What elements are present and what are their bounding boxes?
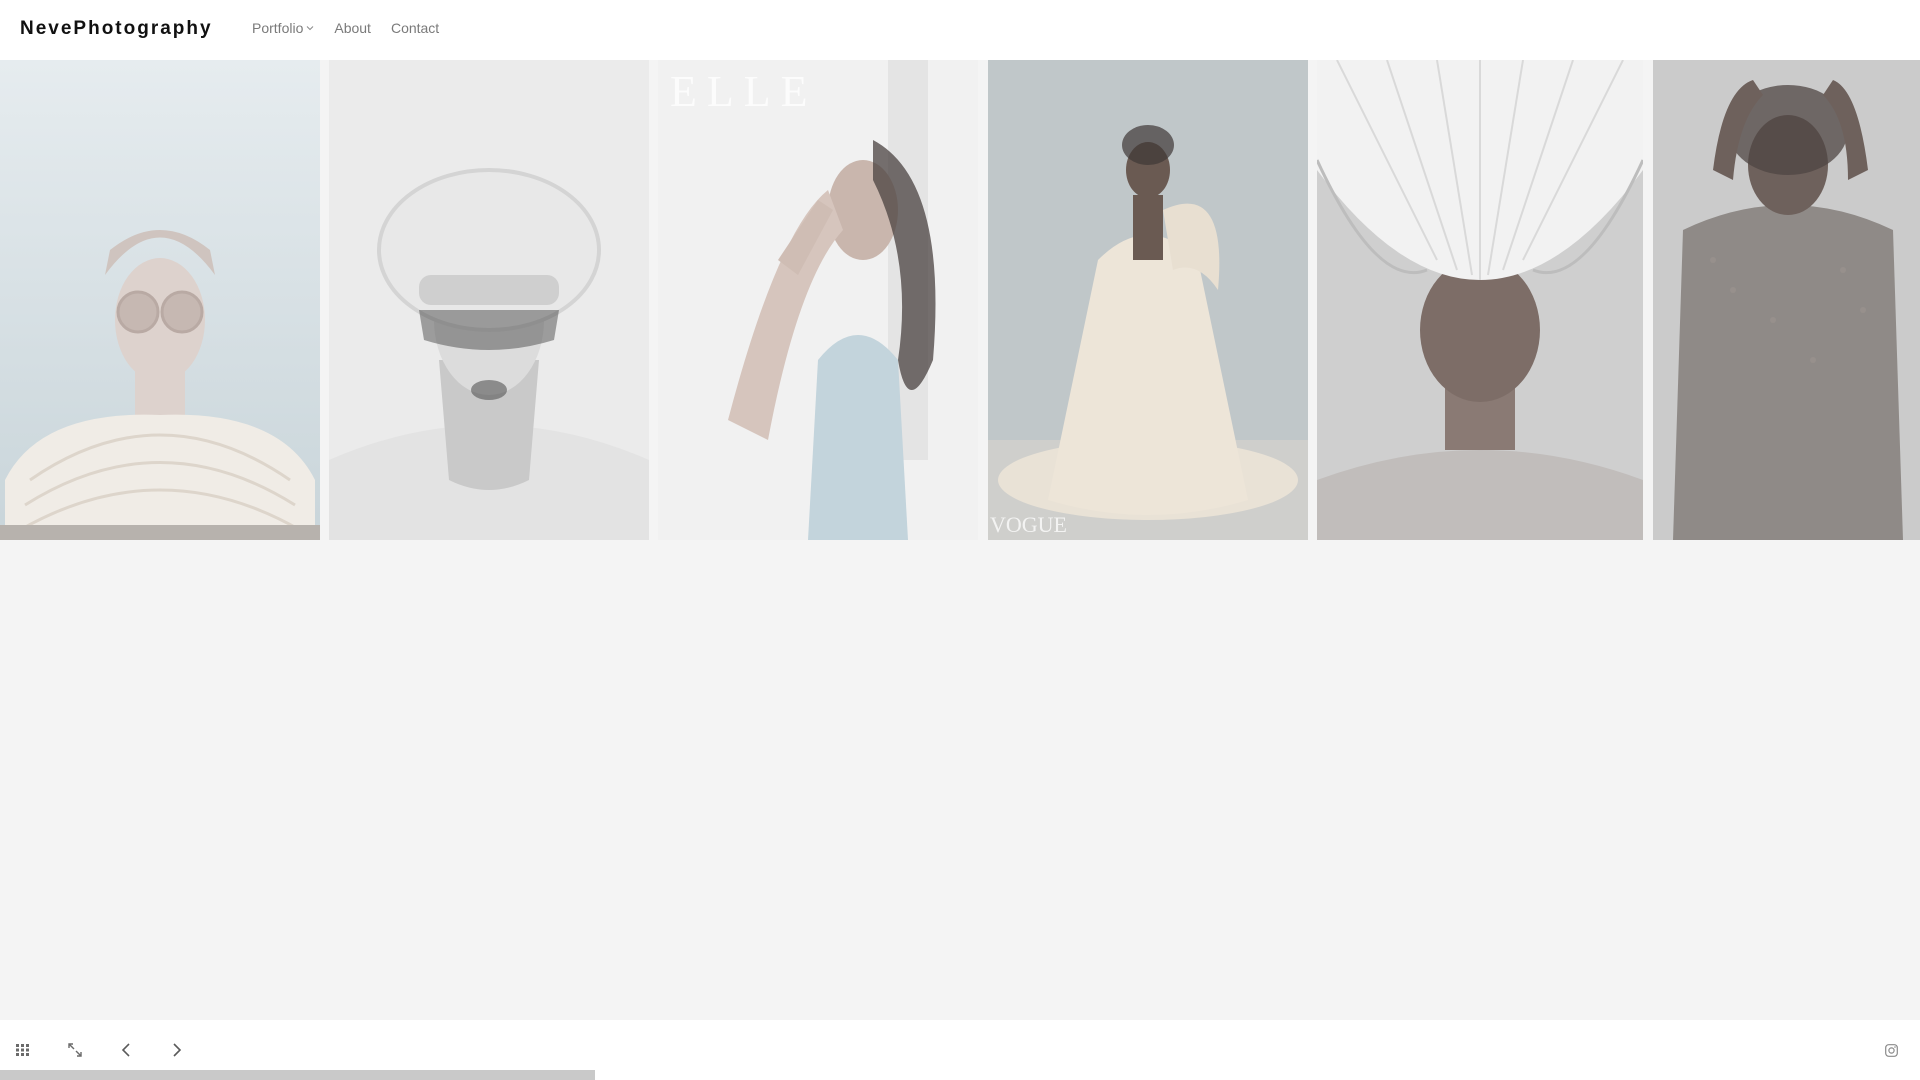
site-header: NevePhotography Portfolio About Contact: [0, 0, 1920, 60]
nav-contact-label: Contact: [390, 20, 440, 36]
gallery-scrollbar[interactable]: [0, 1070, 1920, 1080]
scrollbar-thumb[interactable]: [0, 1070, 595, 1080]
nav-contact[interactable]: Contact: [391, 20, 439, 36]
nav-about[interactable]: About: [334, 20, 371, 36]
main-nav: Portfolio About Contact: [252, 20, 439, 36]
grid-view-button[interactable]: [12, 1040, 36, 1060]
next-button[interactable]: [165, 1040, 189, 1060]
gallery-photo-1[interactable]: [0, 60, 320, 540]
gallery-photo-2[interactable]: [329, 60, 649, 540]
photo-gallery: ELLE VOGUE: [0, 60, 1920, 540]
next-arrow-icon: [173, 1043, 182, 1057]
gallery-photo-4[interactable]: VOGUE: [988, 60, 1308, 540]
fullscreen-button[interactable]: [63, 1040, 87, 1060]
chevron-down-icon: [307, 26, 314, 31]
photo-pleated-headpiece: [1317, 60, 1643, 540]
photo-pearl-collar: [0, 60, 320, 540]
instagram-button[interactable]: [1879, 1040, 1903, 1060]
nav-portfolio[interactable]: Portfolio: [252, 20, 314, 36]
photo-elle-cover: [658, 60, 978, 540]
instagram-icon: [1884, 1043, 1898, 1057]
gallery-photo-6[interactable]: [1653, 60, 1920, 540]
nav-portfolio-label: Portfolio: [252, 20, 304, 36]
photo-crystal-cap: [329, 60, 649, 540]
gallery-photo-3[interactable]: ELLE: [658, 60, 978, 540]
photo-hands-raised: [1653, 60, 1920, 540]
fullscreen-icon: [68, 1043, 82, 1057]
vogue-masthead: VOGUE: [990, 512, 1067, 537]
elle-masthead: ELLE: [670, 67, 818, 116]
grid-icon: [16, 1044, 29, 1056]
previous-button[interactable]: [114, 1040, 138, 1060]
gallery-photo-5[interactable]: [1317, 60, 1643, 540]
prev-arrow-icon: [121, 1043, 130, 1057]
photo-vogue-cover: [988, 60, 1308, 540]
brand-logo[interactable]: NevePhotography: [20, 18, 213, 40]
nav-about-label: About: [334, 20, 371, 36]
